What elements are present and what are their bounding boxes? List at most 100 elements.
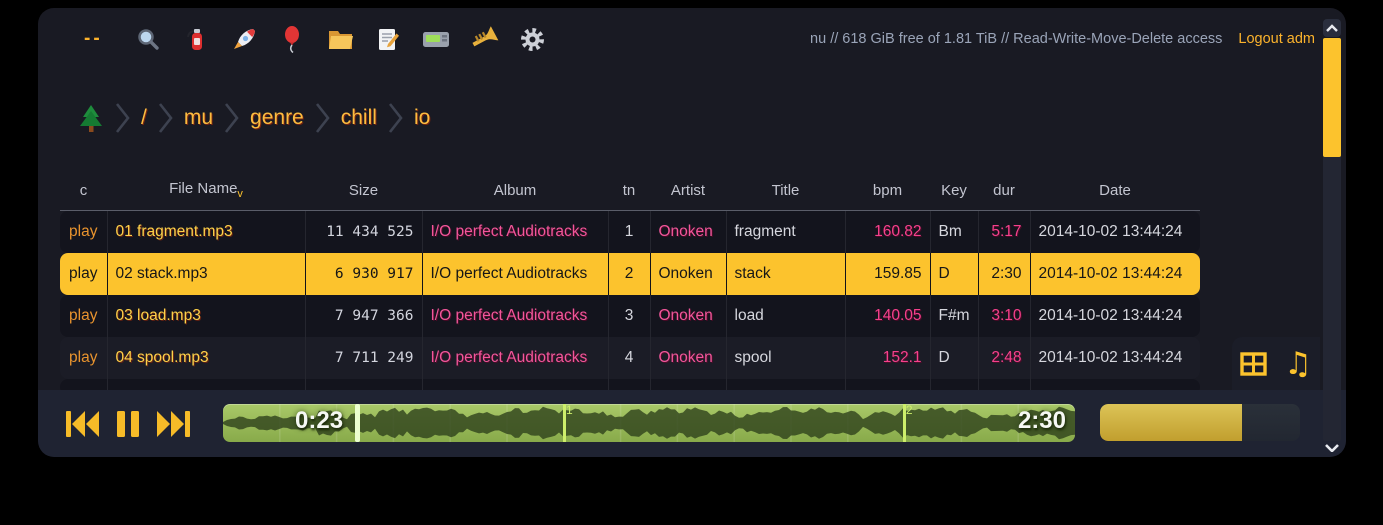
file-link[interactable]: 04 spool.mp3 [107, 337, 305, 379]
storage-status-text: nu // 618 GiB free of 1.81 TiB // Read-W… [810, 31, 1222, 47]
player-bar: 0:23 2:30 12 [38, 390, 1346, 457]
bpm-cell: 159.85 [845, 253, 930, 295]
play-link[interactable]: play [60, 337, 107, 379]
cue-marker: 2 [903, 404, 906, 442]
chevron-right-icon [158, 101, 173, 135]
cue-marker: 1 [563, 404, 566, 442]
artist-cell: Onoken [650, 337, 726, 379]
elapsed-time: 0:23 [295, 407, 343, 435]
breadcrumb-mu[interactable]: mu [184, 106, 213, 130]
play-link[interactable]: play [60, 295, 107, 337]
next-track-button[interactable] [157, 411, 190, 437]
header-bpm[interactable]: bpm [845, 168, 930, 211]
header-title[interactable]: Title [726, 168, 845, 211]
table-row: play 01 fragment.mp3 11 434 525 I/O perf… [60, 211, 1200, 254]
artist-cell: Onoken [650, 253, 726, 295]
key-cell: D [930, 337, 978, 379]
fire-extinguisher-icon[interactable] [172, 27, 220, 52]
rocket-icon[interactable] [220, 27, 268, 52]
header-size[interactable]: Size [305, 168, 422, 211]
grid-view-icon[interactable] [1240, 352, 1267, 376]
trumpet-icon[interactable] [458, 18, 511, 60]
seekbar[interactable]: 0:23 2:30 12 [223, 404, 1075, 442]
previous-track-button[interactable] [66, 411, 99, 437]
file-size: 7 947 366 [305, 295, 422, 337]
folder-icon[interactable] [316, 28, 364, 50]
chevron-right-icon [388, 101, 403, 135]
file-link[interactable]: 02 stack.mp3 [107, 253, 305, 295]
search-icon[interactable] [124, 27, 172, 51]
collapse-toolbar-button[interactable]: -- [78, 27, 124, 51]
file-size: 6 930 917 [305, 253, 422, 295]
header-dur[interactable]: dur [978, 168, 1030, 211]
file-size: 7 711 249 [305, 337, 422, 379]
seek-playhead[interactable] [355, 404, 360, 442]
waveform-shape [223, 407, 1075, 440]
key-cell: Bm [930, 211, 978, 254]
title-cell: stack [726, 253, 845, 295]
file-table: c File Namev Size Album tn Artist Title … [60, 168, 1200, 395]
header-key[interactable]: Key [930, 168, 978, 211]
track-number-cell: 2 [608, 253, 650, 295]
file-link[interactable]: 03 load.mp3 [107, 295, 305, 337]
play-link[interactable]: play [60, 211, 107, 254]
breadcrumb-genre[interactable]: genre [250, 106, 304, 130]
toolbar-right: nu // 618 GiB free of 1.81 TiB // Read-W… [810, 8, 1315, 70]
date-cell: 2014-10-02 13:44:24 [1030, 211, 1200, 254]
date-cell: 2014-10-02 13:44:24 [1030, 253, 1200, 295]
music-note-icon[interactable]: ♫ [1284, 349, 1312, 380]
album-cell: I/O perfect Audiotracks [422, 211, 608, 254]
scroll-up-button[interactable] [1323, 19, 1341, 37]
waveform [223, 404, 1075, 442]
key-cell: D [930, 253, 978, 295]
duration-cell: 3:10 [978, 295, 1030, 337]
chevron-right-icon [315, 101, 330, 135]
table-header-row: c File Namev Size Album tn Artist Title … [60, 168, 1200, 211]
date-cell: 2014-10-02 13:44:24 [1030, 295, 1200, 337]
duration-cell: 2:30 [978, 253, 1030, 295]
album-cell: I/O perfect Audiotracks [422, 253, 608, 295]
logout-link[interactable]: Logout adm [1238, 31, 1315, 47]
volume-slider[interactable] [1100, 404, 1300, 441]
header-album[interactable]: Album [422, 168, 608, 211]
bpm-cell: 160.82 [845, 211, 930, 254]
scrollbar [1323, 19, 1341, 453]
header-artist[interactable]: Artist [650, 168, 726, 211]
artist-cell: Onoken [650, 211, 726, 254]
track-number-cell: 1 [608, 211, 650, 254]
header-tn[interactable]: tn [608, 168, 650, 211]
chevron-up-icon [1326, 24, 1338, 32]
key-cell: F#m [930, 295, 978, 337]
sort-indicator: v [237, 188, 243, 200]
duration-cell: 5:17 [978, 211, 1030, 254]
pause-button[interactable] [117, 411, 139, 437]
breadcrumb-io[interactable]: io [414, 106, 430, 130]
table-row-active: play 02 stack.mp3 6 930 917 I/O perfect … [60, 253, 1200, 295]
tree-icon[interactable] [78, 104, 104, 133]
view-toggle-panel: ♫ [1232, 337, 1320, 391]
header-date[interactable]: Date [1030, 168, 1200, 211]
memo-icon[interactable] [364, 27, 412, 52]
volume-fill [1100, 404, 1242, 441]
scroll-down-button[interactable] [1323, 441, 1341, 453]
file-link[interactable]: 01 fragment.mp3 [107, 211, 305, 254]
album-cell: I/O perfect Audiotracks [422, 295, 608, 337]
pager-icon[interactable] [412, 29, 460, 50]
bpm-cell: 140.05 [845, 295, 930, 337]
title-cell: spool [726, 337, 845, 379]
header-c[interactable]: c [60, 168, 107, 211]
transport-controls [66, 390, 190, 457]
track-number-cell: 3 [608, 295, 650, 337]
scrollbar-thumb[interactable] [1323, 38, 1341, 157]
artist-cell: Onoken [650, 295, 726, 337]
gear-icon[interactable] [508, 27, 556, 52]
balloon-icon[interactable] [268, 26, 316, 53]
breadcrumb-chill[interactable]: chill [341, 106, 377, 130]
breadcrumb-root[interactable]: / [141, 106, 147, 130]
toolbar: -- nu // 618 GiB free of 1.81 TiB // [38, 8, 1346, 70]
header-file-name[interactable]: File Namev [107, 168, 305, 211]
file-size: 11 434 525 [305, 211, 422, 254]
table-row: play 04 spool.mp3 7 711 249 I/O perfect … [60, 337, 1200, 379]
play-link[interactable]: play [60, 253, 107, 295]
breadcrumb: / mu genre chill io [78, 98, 430, 138]
